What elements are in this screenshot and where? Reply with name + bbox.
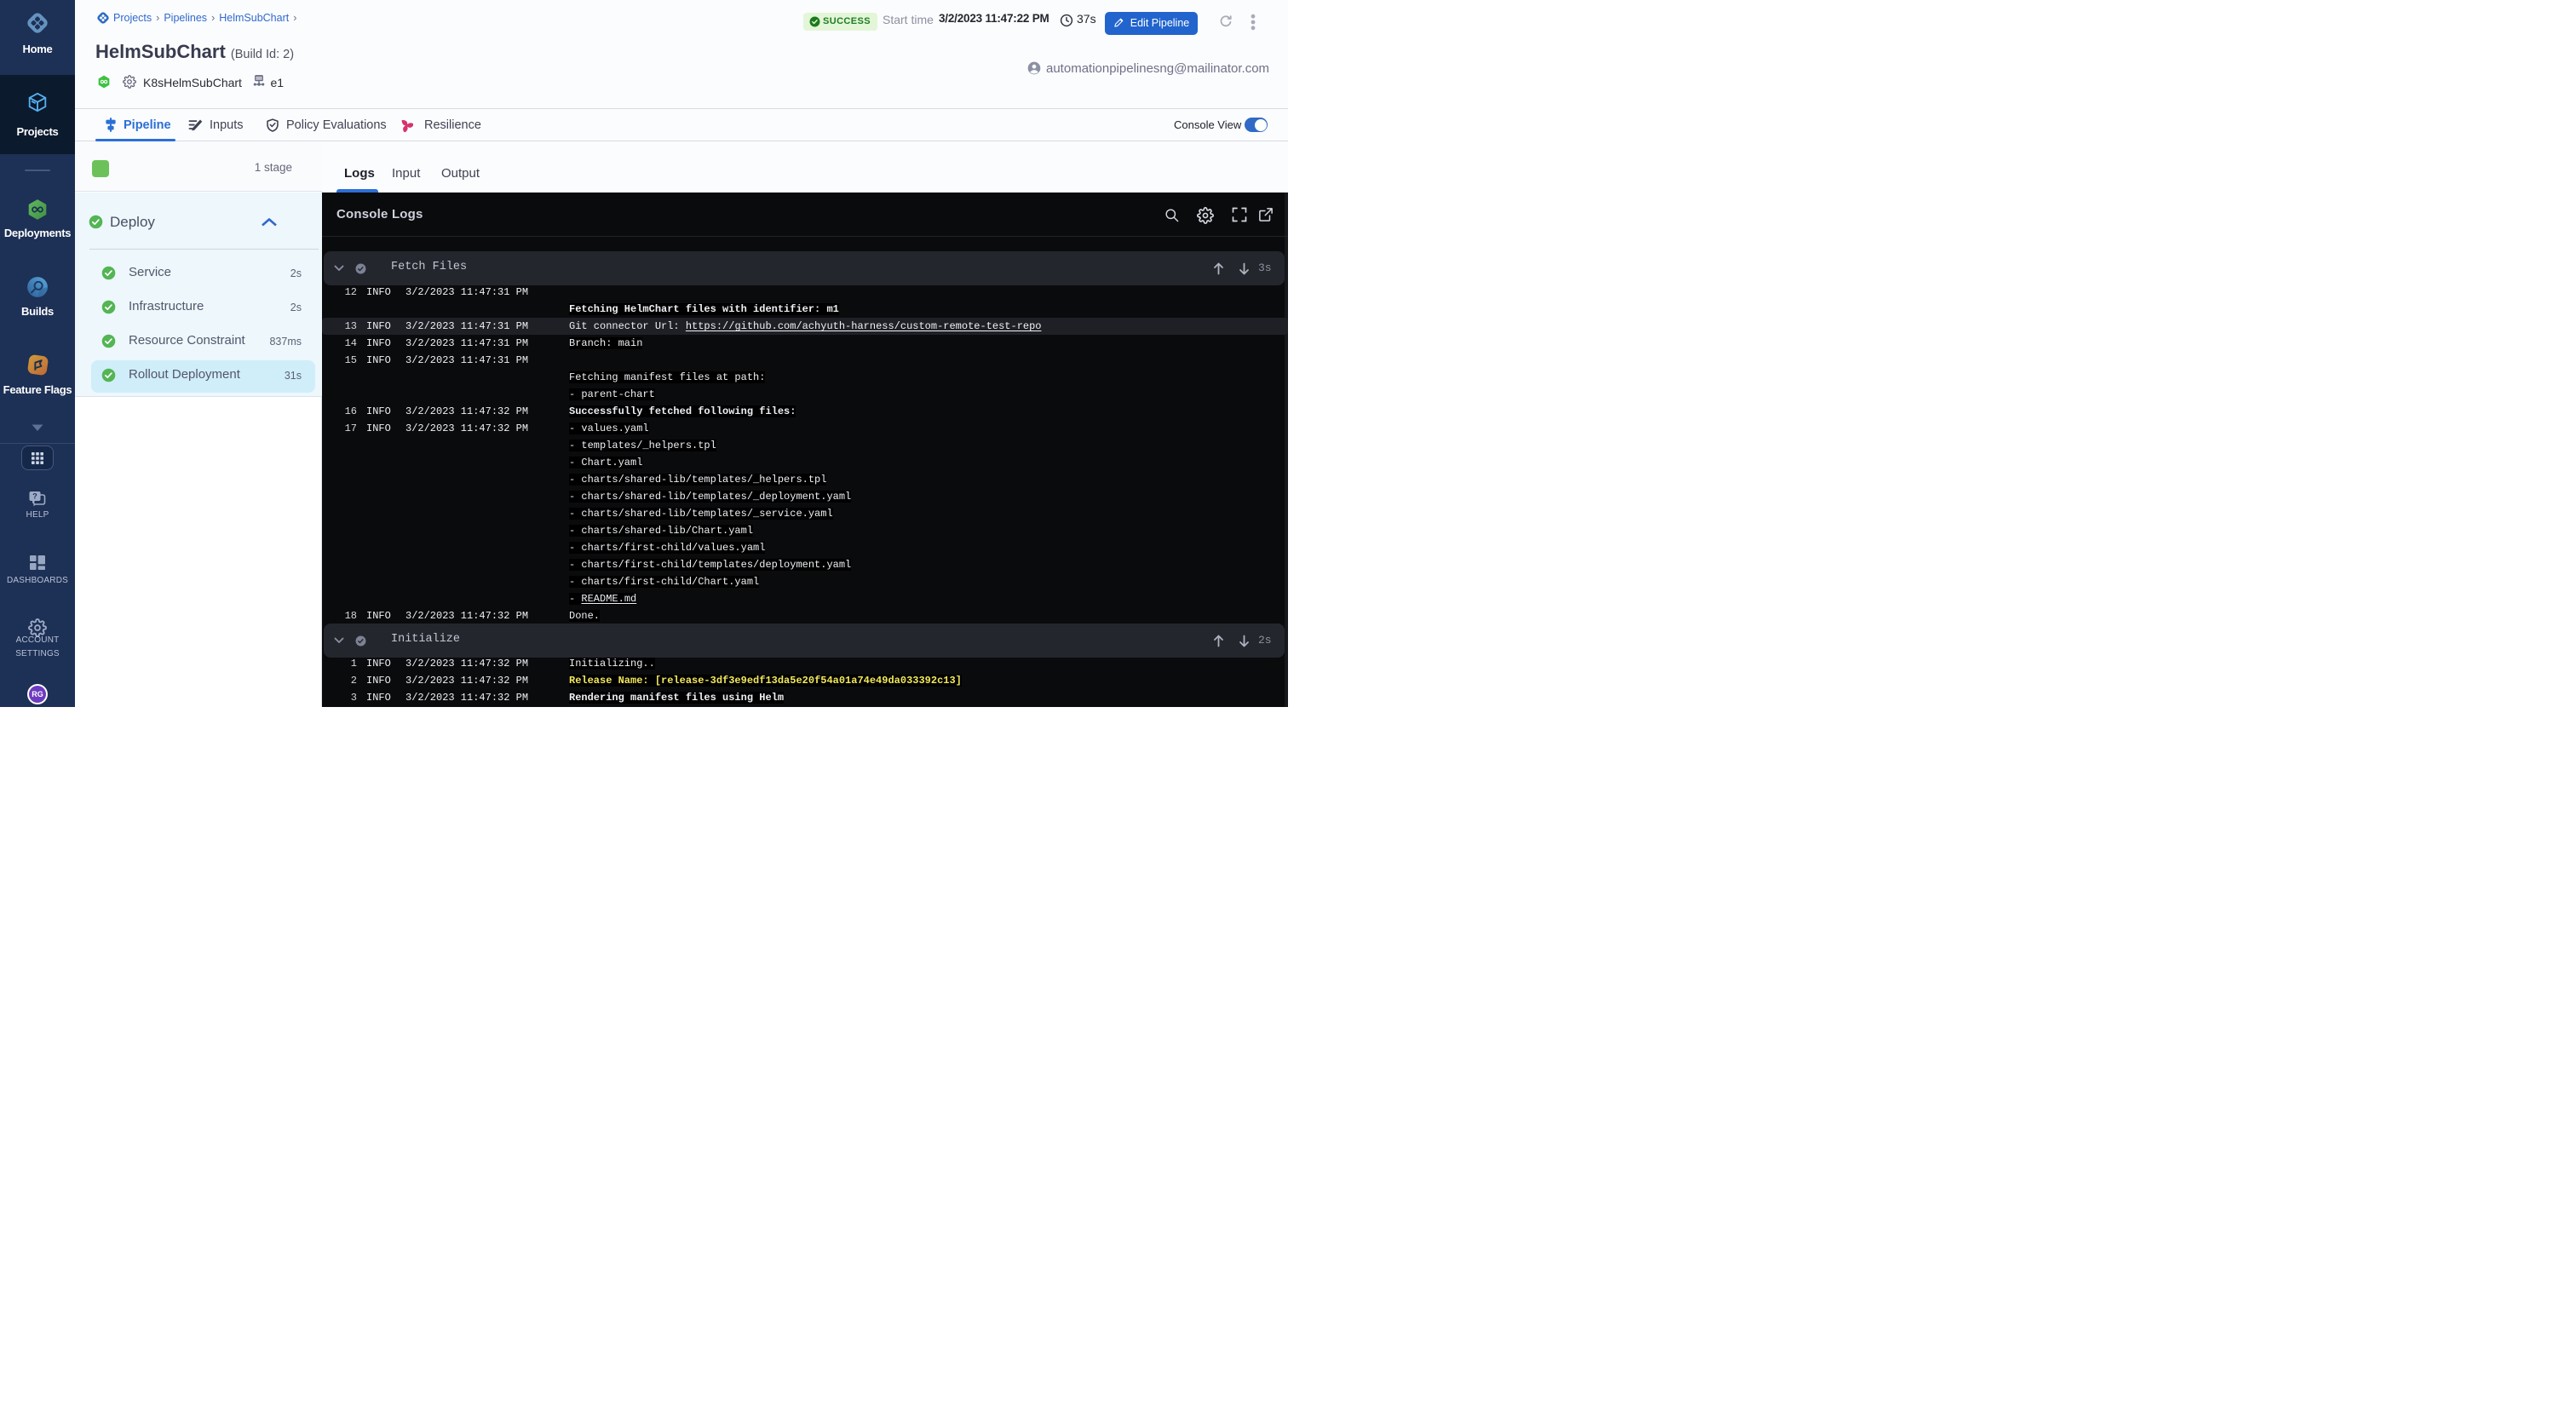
svg-text:?: ? <box>32 492 37 501</box>
